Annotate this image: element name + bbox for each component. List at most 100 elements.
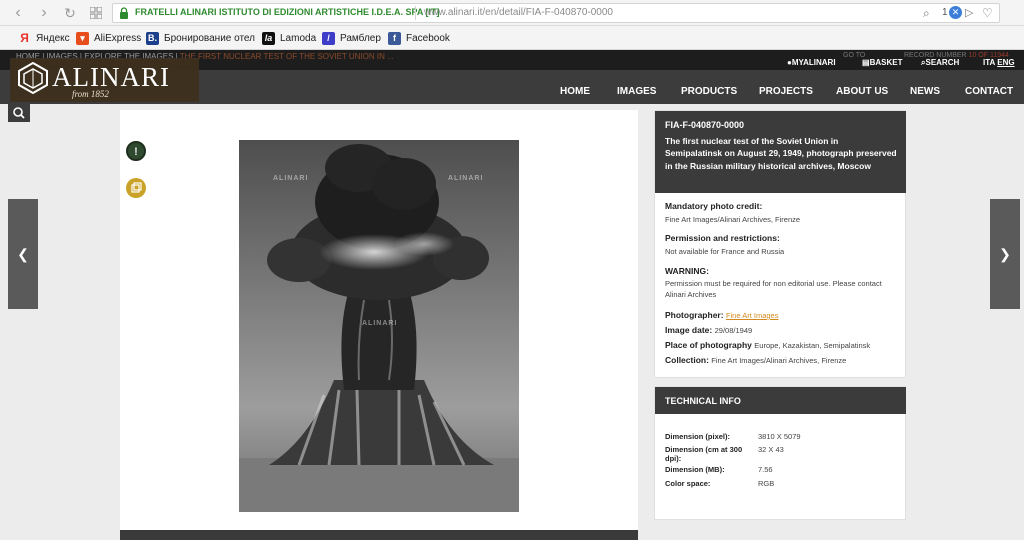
search-icon[interactable]: ⌕ <box>923 5 930 21</box>
myalinari-label: MYALINARI <box>791 58 836 67</box>
nav-news[interactable]: NEWS <box>910 86 940 97</box>
technical-header: TECHNICAL INFO <box>655 387 906 414</box>
date-row: Image date: 29/08/1949 <box>665 325 752 335</box>
tech-value: RGB <box>758 479 775 488</box>
collection-label: Collection: <box>665 355 709 365</box>
chevron-left-icon: ❮ <box>17 246 29 262</box>
place-value: Europe, Kazakistan, Semipalatinsk <box>754 341 871 350</box>
credit-value: Fine Art Images/Alinari Archives, Firenz… <box>665 215 801 224</box>
photo-watermark: ALINARI <box>448 175 484 182</box>
photographer-link[interactable]: Fine Art Images <box>726 311 779 320</box>
permission-label: Permission and restrictions: <box>665 233 780 243</box>
aliexpress-icon: ▾ <box>76 31 89 45</box>
tech-value: 32 X 43 <box>758 445 784 454</box>
photographer-row: Photographer: Fine Art Images <box>665 310 778 320</box>
search-icon <box>13 107 25 119</box>
image-code: FIA-F-040870-0000 <box>665 120 745 130</box>
image-title: The first nuclear test of the Soviet Uni… <box>665 136 897 171</box>
bookmark-booking[interactable]: B. Бронирование отел <box>146 30 255 46</box>
breadcrumb-current: THE FIRST NUCLEAR TEST OF THE SOVIET UNI… <box>179 52 394 61</box>
bookmark-label: Lamoda <box>280 32 317 44</box>
technical-title: TECHNICAL INFO <box>665 396 741 406</box>
url-text[interactable]: www.alinari.it/en/detail/FIA-F-040870-00… <box>424 7 613 18</box>
alinari-logo-icon <box>18 62 48 94</box>
place-row: Place of photography Europe, Kazakistan,… <box>665 340 870 350</box>
logo-tagline: from 1852 <box>72 89 109 99</box>
basket-link[interactable]: ▤BASKET <box>862 58 902 67</box>
logo-wordmark: ALINARI <box>52 62 170 92</box>
reload-icon[interactable]: ↻ <box>60 3 80 23</box>
bookmark-label: AliExpress <box>94 32 142 44</box>
previous-arrow-button[interactable]: ❮ <box>8 199 38 309</box>
address-bar[interactable]: FRATELLI ALINARI ISTITUTO DI EDIZIONI AR… <box>112 3 1000 23</box>
date-label: Image date: <box>665 325 713 335</box>
place-label: Place of photography <box>665 340 752 350</box>
bookmark-label: Facebook <box>406 32 450 44</box>
site-identity: FRATELLI ALINARI ISTITUTO DI EDIZIONI AR… <box>135 7 440 17</box>
lang-ita[interactable]: ITA <box>983 58 995 67</box>
nav-contact[interactable]: CONTACT <box>965 86 1013 97</box>
back-icon[interactable]: ‹ <box>8 3 28 23</box>
forward-icon[interactable]: › <box>34 3 54 23</box>
tech-value: 3810 X 5079 <box>758 432 801 441</box>
heart-icon[interactable]: ♡ <box>982 5 993 21</box>
send-icon[interactable]: ▷ <box>965 5 973 21</box>
photographer-label: Photographer: <box>665 310 724 320</box>
adblock-icon[interactable]: ✕ <box>949 6 962 19</box>
nav-about-us[interactable]: ABOUT US <box>836 86 888 97</box>
nav-products[interactable]: PRODUCTS <box>681 86 737 97</box>
tech-label: Dimension (pixel): <box>665 432 731 441</box>
search-link[interactable]: ⌕SEARCH <box>921 58 959 68</box>
site-logo[interactable]: ALINARI from 1852 <box>10 58 199 102</box>
myalinari-link[interactable]: ●MYALINARI <box>787 58 836 67</box>
bookmark-lamoda[interactable]: la Lamoda <box>262 30 316 46</box>
tech-label: Color space: <box>665 479 711 488</box>
bookmark-facebook[interactable]: f Facebook <box>388 30 450 46</box>
bookmark-label: Бронирование отел <box>164 32 256 44</box>
technical-info-card: TECHNICAL INFO Dimension (pixel): 3810 X… <box>654 386 906 520</box>
date-value: 29/08/1949 <box>714 326 753 335</box>
lang-eng[interactable]: ENG <box>997 58 1014 67</box>
bookmark-rambler[interactable]: / Рамблер <box>322 30 381 46</box>
yandex-icon: Я <box>20 30 29 45</box>
photo-watermark: ALINARI <box>362 320 398 327</box>
rambler-icon: / <box>322 31 335 45</box>
tech-label: Dimension (MB): <box>665 465 725 474</box>
search-label: SEARCH <box>925 58 960 67</box>
facebook-icon: f <box>388 31 401 45</box>
collection-value: Fine Art Images/Alinari Archives, Firenz… <box>711 356 847 365</box>
nav-images[interactable]: IMAGES <box>617 86 656 97</box>
booking-icon: B. <box>146 31 159 45</box>
bookmarks-bar: Я Яндекс ▾ AliExpress B. Бронирование от… <box>0 26 1024 50</box>
permission-value: Not available for France and Russia <box>665 247 785 256</box>
warning-value: Permission must be required for non edit… <box>665 279 882 299</box>
url-divider <box>415 6 416 20</box>
bookmark-yandex[interactable]: Я Яндекс <box>18 30 70 46</box>
tech-value: 7.56 <box>758 465 773 474</box>
collection-row: Collection: Fine Art Images/Alinari Arch… <box>665 355 846 365</box>
lamoda-icon: la <box>262 31 275 45</box>
credit-label: Mandatory photo credit: <box>665 201 763 211</box>
nav-home[interactable]: HOME <box>560 86 590 97</box>
adblock-count: 1 <box>942 7 948 18</box>
bookmark-label: Рамблер <box>340 32 381 44</box>
basket-label: BASKET <box>869 58 903 67</box>
svg-text:!: ! <box>134 146 138 158</box>
speed-dial-icon[interactable] <box>86 3 106 23</box>
photo-watermark: ALINARI <box>273 175 309 182</box>
bookmark-aliexpress[interactable]: ▾ AliExpress <box>76 30 141 46</box>
copy-icon[interactable] <box>126 178 146 198</box>
lock-icon <box>120 7 128 19</box>
language-switch: ITA ENG <box>983 58 1015 67</box>
search-toggle-button[interactable] <box>8 104 30 122</box>
cart-icon: ▤ <box>862 58 870 67</box>
tech-label: Dimension (cm at 300 dpi): <box>665 445 743 463</box>
next-arrow-button[interactable]: ❯ <box>990 199 1020 309</box>
details-header: FIA-F-040870-0000 The first nuclear test… <box>655 111 906 193</box>
chevron-right-icon: ❯ <box>999 246 1011 262</box>
nav-projects[interactable]: PROJECTS <box>759 86 813 97</box>
bookmark-label: Яндекс <box>36 32 70 44</box>
browser-toolbar: ‹ › ↻ FRATELLI ALINARI ISTITUTO DI EDIZI… <box>0 0 1024 26</box>
alert-icon[interactable]: ! <box>126 141 146 161</box>
photo-footer-bar <box>120 530 638 540</box>
